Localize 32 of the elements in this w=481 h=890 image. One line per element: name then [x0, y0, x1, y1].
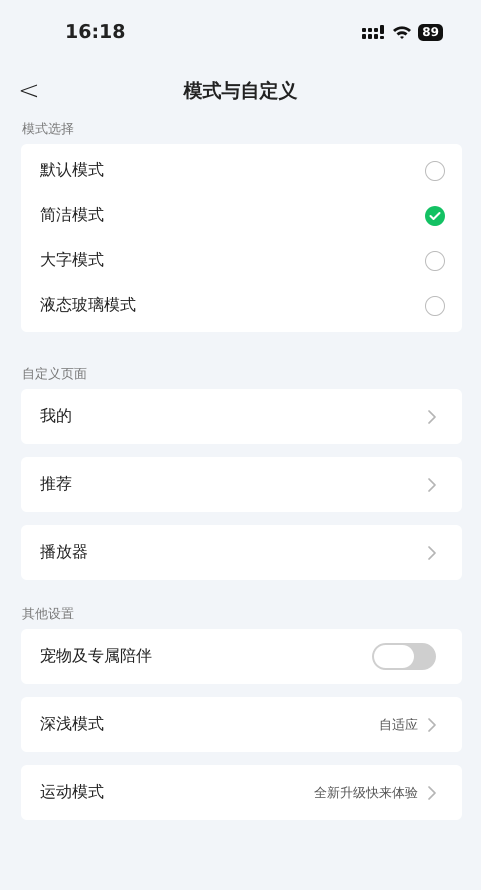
toggle-switch[interactable] — [372, 643, 436, 670]
chevron-icon — [428, 410, 436, 424]
status-time: 16:18 — [65, 21, 126, 43]
section-label: 其他设置 — [22, 607, 74, 622]
row-label: 深浅模式 — [40, 714, 105, 735]
chevron-icon — [428, 546, 436, 560]
chevron-icon — [428, 718, 436, 732]
row-value: 自适应 — [379, 716, 418, 734]
row-value: 全新升级快来体验 — [314, 784, 418, 802]
section-label: 自定义页面 — [22, 367, 87, 382]
settings-row[interactable]: 播放器 — [21, 525, 462, 580]
mode-option[interactable]: 简洁模式 — [21, 193, 462, 238]
wifi-icon — [392, 25, 412, 39]
battery-level: 89 — [418, 24, 443, 40]
chevron-icon — [428, 478, 436, 492]
settings-row[interactable]: 运动模式 全新升级快来体验 — [21, 765, 462, 820]
back-button[interactable]: < — [14, 76, 44, 106]
row-label: 播放器 — [40, 542, 89, 563]
mode-option[interactable]: 大字模式 — [21, 238, 462, 283]
page-title: 模式与自定义 — [184, 79, 298, 104]
row-label: 推荐 — [40, 474, 73, 495]
section-label: 模式选择 — [22, 122, 74, 137]
row-label: 我的 — [40, 406, 73, 427]
row-label: 运动模式 — [40, 782, 105, 803]
settings-row[interactable]: 推荐 — [21, 457, 462, 512]
mode-option[interactable]: 液态玻璃模式 — [21, 283, 462, 328]
chevron-icon — [428, 786, 436, 800]
settings-row[interactable]: 深浅模式 自适应 — [21, 697, 462, 752]
settings-row[interactable]: 我的 — [21, 389, 462, 444]
mode-option[interactable]: 默认模式 — [21, 148, 462, 193]
row-label: 宠物及专属陪伴 — [40, 646, 153, 667]
signal-icon — [362, 25, 386, 39]
